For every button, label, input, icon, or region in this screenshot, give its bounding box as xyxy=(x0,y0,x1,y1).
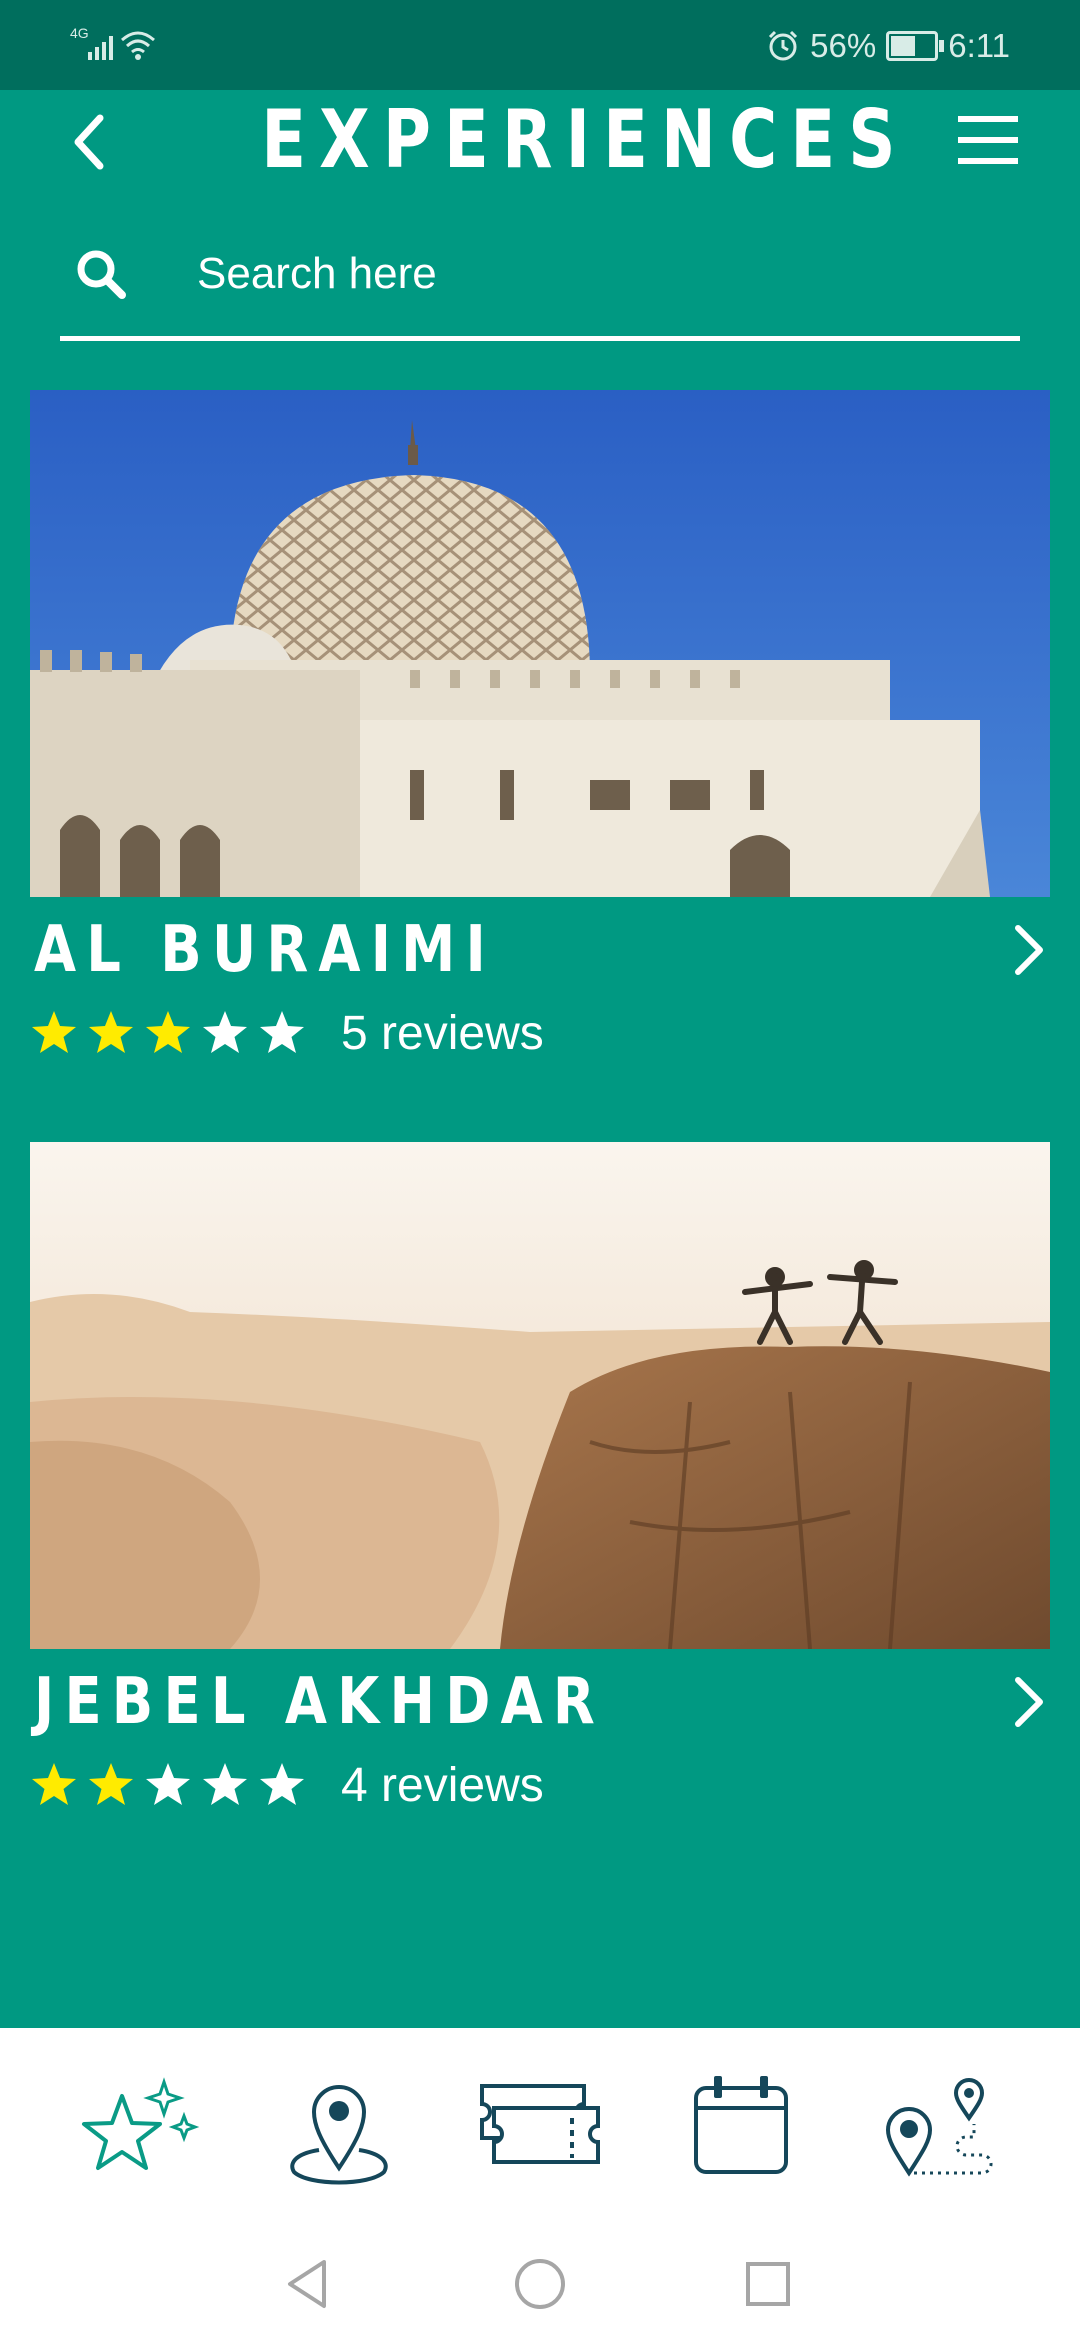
star-filled-icon xyxy=(32,1011,76,1053)
mosque-photo xyxy=(30,390,1050,897)
system-back-icon[interactable] xyxy=(278,2254,338,2314)
star-rating xyxy=(30,1761,315,1809)
star-filled-icon xyxy=(89,1011,133,1053)
sparkle-star-icon[interactable] xyxy=(72,2068,202,2188)
search-bar xyxy=(60,225,1020,341)
bottom-navigation xyxy=(0,2028,1080,2228)
battery-icon xyxy=(886,31,945,61)
star-empty-icon xyxy=(146,1763,190,1805)
chevron-right-icon[interactable] xyxy=(1008,1672,1050,1732)
reviews-count[interactable]: 5 reviews xyxy=(341,1006,544,1061)
search-icon[interactable] xyxy=(72,245,132,305)
star-empty-icon xyxy=(260,1763,304,1805)
experience-card[interactable]: AL BURAIMI 5 reviews xyxy=(30,390,1050,1060)
calendar-icon[interactable] xyxy=(674,2068,804,2188)
signal-wifi-icon: 4G xyxy=(70,25,155,60)
rating-row: 4 reviews xyxy=(30,1750,544,1820)
experience-card[interactable]: JEBEL AKHDAR 4 reviews xyxy=(30,1142,1050,1812)
system-recents-icon[interactable] xyxy=(738,2254,798,2314)
app-bar: EXPERIENCES xyxy=(0,90,1080,195)
star-filled-icon xyxy=(89,1763,133,1805)
star-empty-icon xyxy=(203,1763,247,1805)
star-filled-icon xyxy=(146,1011,190,1053)
experience-name[interactable]: JEBEL AKHDAR xyxy=(34,1667,605,1737)
network-type-label: 4G xyxy=(70,25,89,41)
page-title: EXPERIENCES xyxy=(261,93,909,186)
search-input[interactable] xyxy=(195,243,979,305)
hamburger-menu-icon[interactable] xyxy=(954,110,1024,170)
mountain-yoga-photo xyxy=(30,1142,1050,1649)
star-empty-icon xyxy=(203,1011,247,1053)
status-bar: 4G 56% 6:11 xyxy=(0,0,1080,90)
experience-name[interactable]: AL BURAIMI xyxy=(34,915,496,985)
battery-percent: 56% xyxy=(810,27,877,64)
alarm-icon xyxy=(769,30,798,61)
star-filled-icon xyxy=(32,1763,76,1805)
ticket-icon[interactable] xyxy=(474,2068,604,2188)
status-indicators: 56% 6:11 xyxy=(766,24,1010,68)
back-arrow-icon[interactable] xyxy=(60,100,130,180)
reviews-count[interactable]: 4 reviews xyxy=(341,1758,544,1813)
map-pin-icon[interactable] xyxy=(274,2068,404,2188)
clock: 6:11 xyxy=(948,27,1010,64)
route-icon[interactable] xyxy=(874,2068,1004,2188)
system-home-icon[interactable] xyxy=(510,2254,570,2314)
star-empty-icon xyxy=(260,1011,304,1053)
star-rating xyxy=(30,1009,315,1057)
rating-row: 5 reviews xyxy=(30,998,544,1068)
system-navigation-bar xyxy=(0,2228,1080,2340)
chevron-right-icon[interactable] xyxy=(1008,920,1050,980)
